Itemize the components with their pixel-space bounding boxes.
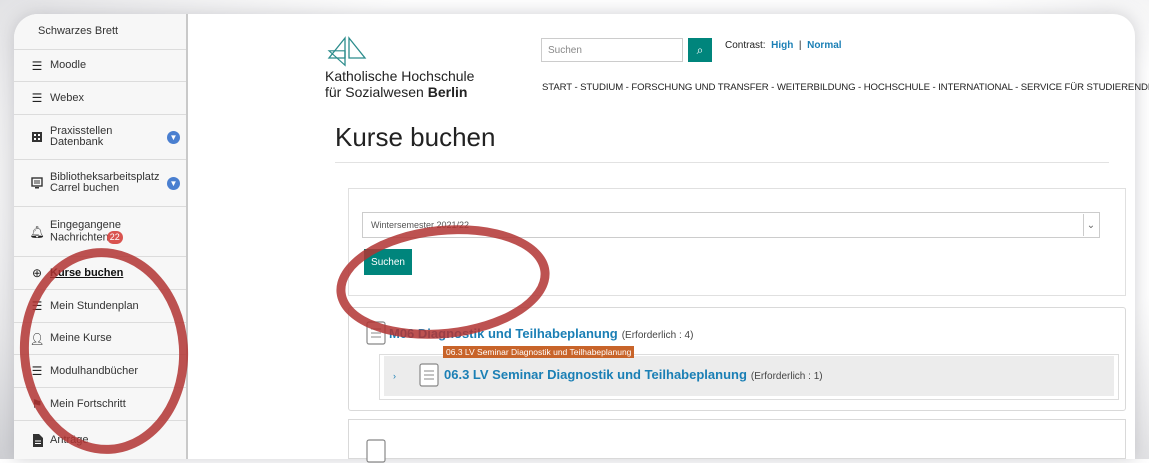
sub-course-required: (Erforderlich : 1) [750, 371, 823, 382]
contrast-switcher: Contrast: High | Normal [725, 40, 842, 51]
document-icon [419, 363, 439, 387]
course-required: (Erforderlich : 4) [621, 330, 694, 341]
contrast-label: Contrast: [725, 40, 766, 51]
tooltip: 06.3 LV Seminar Diagnostik und Teilhabep… [443, 346, 635, 358]
logo-line2-bold: Berlin [427, 84, 468, 100]
sub-course-title-text: 06.3 LV Seminar Diagnostik und Teilhabep… [444, 367, 747, 382]
chevron-down-icon[interactable]: ⌄ [1083, 214, 1098, 236]
site-search-input[interactable]: Suchen [541, 38, 683, 62]
contrast-separator: | [798, 40, 802, 51]
expand-arrow-icon[interactable]: › [393, 371, 396, 381]
logo-line2-prefix: für Sozialwesen [325, 84, 428, 100]
logo-line1: Katholische Hochschule [325, 68, 475, 84]
main-navigation[interactable]: START - STUDIUM - FORSCHUNG UND TRANSFER… [542, 82, 1149, 93]
building-icon [30, 130, 44, 144]
search-icon: ⌕ [696, 42, 704, 57]
sidebar-item-label: Bibliotheksarbeitsplatz Carrel buchen [50, 171, 160, 194]
divider [335, 162, 1109, 163]
contrast-normal-link[interactable]: Normal [807, 40, 841, 51]
bell-icon: 🔔︎ [29, 224, 45, 239]
menu-icon: ☰ [31, 58, 43, 73]
sidebar-item-moodle[interactable]: ☰ Moodle [14, 50, 186, 82]
logo-line2: für Sozialwesen Berlin [325, 84, 467, 100]
contrast-high-link[interactable]: High [771, 40, 793, 51]
search-button[interactable]: ⌕ [688, 38, 712, 62]
page-title: Kurse buchen [335, 122, 496, 152]
sidebar-item-label: Webex [50, 91, 85, 104]
sidebar-item-label: Praxisstellen Datenbank [50, 125, 113, 148]
sidebar-item-label: Eingegangene Nachrichten22 [50, 218, 123, 244]
unread-badge: 22 [106, 230, 123, 244]
sidebar-item-label: Schwarzes Brett [38, 25, 119, 37]
chevron-down-icon[interactable]: ▼ [167, 130, 180, 144]
sidebar-item-praxisstellen[interactable]: Praxisstellen Datenbank ▼ [14, 115, 186, 160]
document-icon [366, 439, 386, 463]
menu-icon: ☰ [31, 91, 43, 105]
file-icon [30, 433, 44, 447]
sidebar-item-bibliothek[interactable]: Bibliotheksarbeitsplatz Carrel buchen ▼ [14, 160, 186, 207]
monitor-icon [30, 176, 44, 190]
sub-course-title[interactable]: 06.3 LV Seminar Diagnostik und Teilhabep… [444, 367, 823, 382]
sidebar-item-label: Moodle [50, 59, 87, 71]
sidebar-item-schwarzes-brett[interactable]: Schwarzes Brett [14, 14, 186, 50]
course-card [348, 419, 1126, 459]
sidebar-item-webex[interactable]: ☰ Webex [14, 82, 186, 115]
chevron-down-icon[interactable]: ▼ [167, 176, 180, 190]
